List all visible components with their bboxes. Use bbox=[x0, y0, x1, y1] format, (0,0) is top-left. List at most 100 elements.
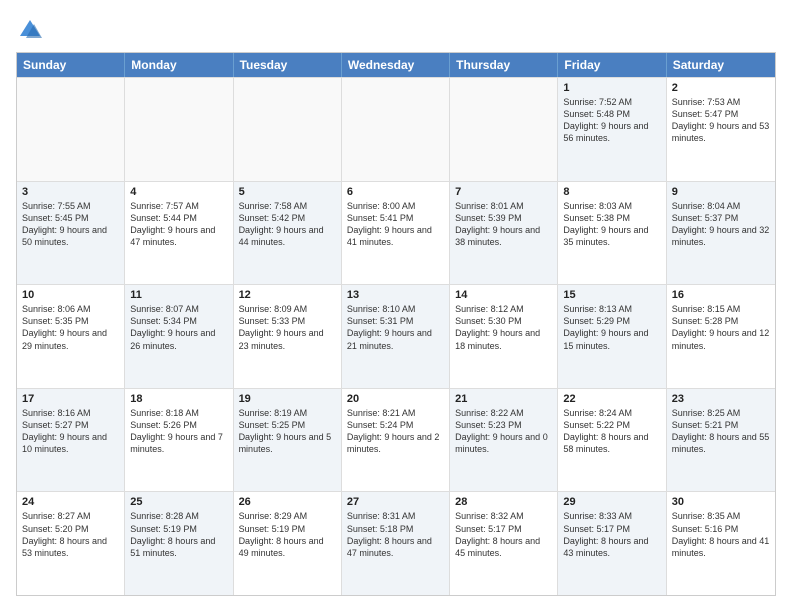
day-number: 30 bbox=[672, 496, 770, 508]
day-number: 29 bbox=[563, 496, 660, 508]
day-info: Sunrise: 8:04 AM Sunset: 5:37 PM Dayligh… bbox=[672, 200, 770, 249]
calendar-cell: 12Sunrise: 8:09 AM Sunset: 5:33 PM Dayli… bbox=[234, 285, 342, 388]
day-number: 18 bbox=[130, 393, 227, 405]
calendar-cell bbox=[125, 78, 233, 181]
day-info: Sunrise: 8:13 AM Sunset: 5:29 PM Dayligh… bbox=[563, 303, 660, 352]
day-number: 2 bbox=[672, 82, 770, 94]
day-number: 7 bbox=[455, 186, 552, 198]
day-info: Sunrise: 8:24 AM Sunset: 5:22 PM Dayligh… bbox=[563, 407, 660, 456]
calendar-cell bbox=[17, 78, 125, 181]
calendar-cell: 24 Sunrise: 8:27 AM Sunset: 5:20 PM Dayli… bbox=[17, 492, 125, 595]
day-info: Sunrise: 8:33 AM Sunset: 5:17 PM Dayligh… bbox=[563, 510, 660, 559]
header-day-saturday: Saturday bbox=[667, 53, 775, 77]
day-info: Sunrise: 8:22 AM Sunset: 5:23 PM Dayligh… bbox=[455, 407, 552, 456]
day-number: 3 bbox=[22, 186, 119, 198]
day-number: 23 bbox=[672, 393, 770, 405]
day-number: 4 bbox=[130, 186, 227, 198]
calendar-cell: 26 Sunrise: 8:29 AM Sunset: 5:19 PM Dayli… bbox=[234, 492, 342, 595]
calendar-cell: 19Sunrise: 8:19 AM Sunset: 5:25 PM Dayli… bbox=[234, 389, 342, 492]
calendar: SundayMondayTuesdayWednesdayThursdayFrid… bbox=[16, 52, 776, 596]
calendar-cell: 5 Sunrise: 7:58 AM Sunset: 5:42 PM Daylig… bbox=[234, 182, 342, 285]
day-number: 11 bbox=[130, 289, 227, 301]
day-info: Sunrise: 7:53 AM Sunset: 5:47 PM Dayligh… bbox=[672, 96, 770, 145]
day-number: 13 bbox=[347, 289, 444, 301]
calendar-cell: 8 Sunrise: 8:03 AM Sunset: 5:38 PM Daylig… bbox=[558, 182, 666, 285]
day-info: Sunrise: 7:58 AM Sunset: 5:42 PM Dayligh… bbox=[239, 200, 336, 249]
day-info: Sunrise: 8:27 AM Sunset: 5:20 PM Dayligh… bbox=[22, 510, 119, 559]
calendar-cell: 14Sunrise: 8:12 AM Sunset: 5:30 PM Dayli… bbox=[450, 285, 558, 388]
calendar-cell: 3 Sunrise: 7:55 AM Sunset: 5:45 PM Daylig… bbox=[17, 182, 125, 285]
day-info: Sunrise: 7:55 AM Sunset: 5:45 PM Dayligh… bbox=[22, 200, 119, 249]
day-number: 17 bbox=[22, 393, 119, 405]
day-number: 1 bbox=[563, 82, 660, 94]
day-number: 19 bbox=[239, 393, 336, 405]
day-info: Sunrise: 8:21 AM Sunset: 5:24 PM Dayligh… bbox=[347, 407, 444, 456]
calendar-cell bbox=[234, 78, 342, 181]
calendar-cell: 30 Sunrise: 8:35 AM Sunset: 5:16 PM Dayli… bbox=[667, 492, 775, 595]
day-number: 26 bbox=[239, 496, 336, 508]
day-number: 24 bbox=[22, 496, 119, 508]
calendar-cell: 10Sunrise: 8:06 AM Sunset: 5:35 PM Dayli… bbox=[17, 285, 125, 388]
calendar-cell: 25Sunrise: 8:28 AM Sunset: 5:19 PM Dayli… bbox=[125, 492, 233, 595]
day-info: Sunrise: 8:00 AM Sunset: 5:41 PM Dayligh… bbox=[347, 200, 444, 249]
page: SundayMondayTuesdayWednesdayThursdayFrid… bbox=[0, 0, 792, 612]
calendar-cell: 11Sunrise: 8:07 AM Sunset: 5:34 PM Dayli… bbox=[125, 285, 233, 388]
day-info: Sunrise: 8:18 AM Sunset: 5:26 PM Dayligh… bbox=[130, 407, 227, 456]
day-info: Sunrise: 8:10 AM Sunset: 5:31 PM Dayligh… bbox=[347, 303, 444, 352]
day-number: 25 bbox=[130, 496, 227, 508]
calendar-row-1: 1 Sunrise: 7:52 AM Sunset: 5:48 PM Daylig… bbox=[17, 77, 775, 181]
header-day-thursday: Thursday bbox=[450, 53, 558, 77]
day-info: Sunrise: 8:31 AM Sunset: 5:18 PM Dayligh… bbox=[347, 510, 444, 559]
calendar-row-5: 24 Sunrise: 8:27 AM Sunset: 5:20 PM Dayli… bbox=[17, 491, 775, 595]
calendar-cell: 20Sunrise: 8:21 AM Sunset: 5:24 PM Dayli… bbox=[342, 389, 450, 492]
calendar-cell: 23 Sunrise: 8:25 AM Sunset: 5:21 PM Dayli… bbox=[667, 389, 775, 492]
calendar-cell: 9 Sunrise: 8:04 AM Sunset: 5:37 PM Daylig… bbox=[667, 182, 775, 285]
day-number: 10 bbox=[22, 289, 119, 301]
day-info: Sunrise: 8:15 AM Sunset: 5:28 PM Dayligh… bbox=[672, 303, 770, 352]
calendar-cell: 22 Sunrise: 8:24 AM Sunset: 5:22 PM Dayli… bbox=[558, 389, 666, 492]
calendar-cell: 27 Sunrise: 8:31 AM Sunset: 5:18 PM Dayli… bbox=[342, 492, 450, 595]
calendar-cell: 15Sunrise: 8:13 AM Sunset: 5:29 PM Dayli… bbox=[558, 285, 666, 388]
calendar-cell: 13 Sunrise: 8:10 AM Sunset: 5:31 PM Dayli… bbox=[342, 285, 450, 388]
header-day-friday: Friday bbox=[558, 53, 666, 77]
calendar-cell: 17 Sunrise: 8:16 AM Sunset: 5:27 PM Dayli… bbox=[17, 389, 125, 492]
day-number: 8 bbox=[563, 186, 660, 198]
day-number: 22 bbox=[563, 393, 660, 405]
calendar-cell: 1 Sunrise: 7:52 AM Sunset: 5:48 PM Daylig… bbox=[558, 78, 666, 181]
header-day-tuesday: Tuesday bbox=[234, 53, 342, 77]
calendar-header: SundayMondayTuesdayWednesdayThursdayFrid… bbox=[17, 53, 775, 77]
logo-icon bbox=[16, 16, 44, 44]
day-number: 5 bbox=[239, 186, 336, 198]
logo bbox=[16, 16, 48, 44]
day-number: 16 bbox=[672, 289, 770, 301]
day-info: Sunrise: 8:25 AM Sunset: 5:21 PM Dayligh… bbox=[672, 407, 770, 456]
day-info: Sunrise: 8:01 AM Sunset: 5:39 PM Dayligh… bbox=[455, 200, 552, 249]
calendar-cell: 6 Sunrise: 8:00 AM Sunset: 5:41 PM Daylig… bbox=[342, 182, 450, 285]
calendar-row-4: 17 Sunrise: 8:16 AM Sunset: 5:27 PM Dayli… bbox=[17, 388, 775, 492]
calendar-cell bbox=[342, 78, 450, 181]
day-info: Sunrise: 8:03 AM Sunset: 5:38 PM Dayligh… bbox=[563, 200, 660, 249]
calendar-cell: 7 Sunrise: 8:01 AM Sunset: 5:39 PM Daylig… bbox=[450, 182, 558, 285]
day-number: 27 bbox=[347, 496, 444, 508]
day-info: Sunrise: 8:16 AM Sunset: 5:27 PM Dayligh… bbox=[22, 407, 119, 456]
calendar-cell bbox=[450, 78, 558, 181]
day-number: 6 bbox=[347, 186, 444, 198]
day-number: 21 bbox=[455, 393, 552, 405]
day-info: Sunrise: 8:09 AM Sunset: 5:33 PM Dayligh… bbox=[239, 303, 336, 352]
header-day-wednesday: Wednesday bbox=[342, 53, 450, 77]
header-day-sunday: Sunday bbox=[17, 53, 125, 77]
calendar-cell: 4 Sunrise: 7:57 AM Sunset: 5:44 PM Daylig… bbox=[125, 182, 233, 285]
day-info: Sunrise: 7:52 AM Sunset: 5:48 PM Dayligh… bbox=[563, 96, 660, 145]
calendar-row-2: 3 Sunrise: 7:55 AM Sunset: 5:45 PM Daylig… bbox=[17, 181, 775, 285]
day-info: Sunrise: 7:57 AM Sunset: 5:44 PM Dayligh… bbox=[130, 200, 227, 249]
day-info: Sunrise: 8:35 AM Sunset: 5:16 PM Dayligh… bbox=[672, 510, 770, 559]
calendar-row-3: 10Sunrise: 8:06 AM Sunset: 5:35 PM Dayli… bbox=[17, 284, 775, 388]
day-info: Sunrise: 8:29 AM Sunset: 5:19 PM Dayligh… bbox=[239, 510, 336, 559]
header-day-monday: Monday bbox=[125, 53, 233, 77]
day-number: 14 bbox=[455, 289, 552, 301]
calendar-cell: 29 Sunrise: 8:33 AM Sunset: 5:17 PM Dayli… bbox=[558, 492, 666, 595]
day-number: 28 bbox=[455, 496, 552, 508]
day-info: Sunrise: 8:32 AM Sunset: 5:17 PM Dayligh… bbox=[455, 510, 552, 559]
calendar-cell: 16 Sunrise: 8:15 AM Sunset: 5:28 PM Dayli… bbox=[667, 285, 775, 388]
day-number: 9 bbox=[672, 186, 770, 198]
